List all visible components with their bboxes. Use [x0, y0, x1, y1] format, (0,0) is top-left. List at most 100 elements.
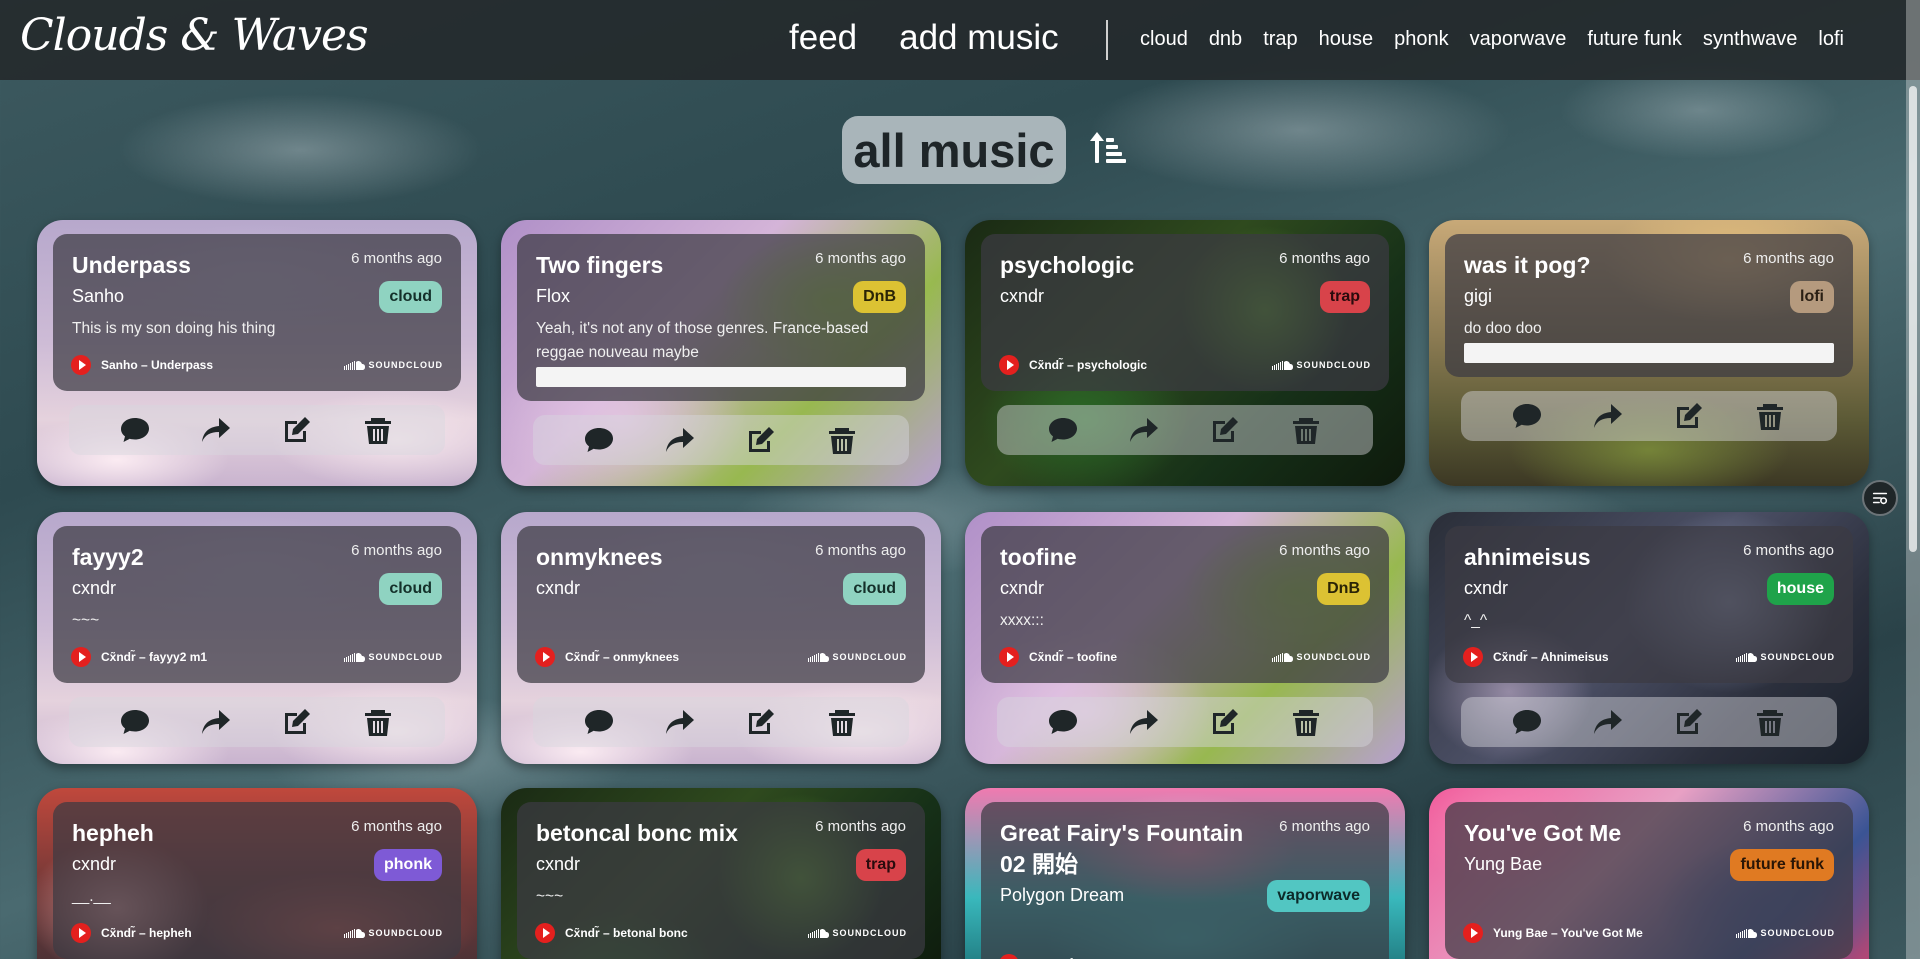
genre-badge[interactable]: phonk	[374, 849, 442, 881]
play-icon[interactable]	[999, 355, 1019, 375]
share-icon[interactable]	[200, 707, 232, 737]
page-scrollbar[interactable]	[1906, 0, 1920, 959]
edit-icon[interactable]	[745, 425, 777, 455]
site-logo[interactable]: Clouds & Waves	[20, 10, 369, 61]
play-icon[interactable]	[535, 923, 555, 943]
delete-icon[interactable]	[1754, 707, 1786, 737]
edit-icon[interactable]	[1209, 415, 1241, 445]
share-icon[interactable]	[1592, 401, 1624, 431]
delete-icon[interactable]	[362, 415, 394, 445]
comment-icon[interactable]	[1047, 707, 1079, 737]
soundcloud-logo[interactable]: SOUNDCLOUD	[1271, 359, 1372, 371]
player-track-name[interactable]: Sanho – Underpass	[101, 358, 213, 372]
share-icon[interactable]	[664, 425, 696, 455]
genre-badge[interactable]: DnB	[1317, 573, 1370, 605]
share-icon[interactable]	[1592, 707, 1624, 737]
player-track-name[interactable]: Cx̃ndr̃ – toofine	[1029, 650, 1117, 664]
player-track-name[interactable]: Cx̃ndr̃ – psychologic	[1029, 358, 1147, 372]
soundcloud-logo[interactable]: SOUNDCLOUD	[343, 359, 444, 371]
nav-genre-trap[interactable]: trap	[1263, 28, 1297, 51]
play-icon[interactable]	[1463, 647, 1483, 667]
play-icon[interactable]	[535, 647, 555, 667]
player-track-name[interactable]: Yung Bae – You've Got Me	[1493, 926, 1643, 940]
genre-badge[interactable]: lofi	[1790, 281, 1834, 313]
delete-icon[interactable]	[1754, 401, 1786, 431]
share-icon[interactable]	[200, 415, 232, 445]
comment-icon[interactable]	[583, 425, 615, 455]
share-icon[interactable]	[1128, 707, 1160, 737]
soundcloud-player[interactable]: Cx̃ndr̃ – fayyy2 m1 SOUNDCLOUD	[71, 647, 443, 667]
play-icon[interactable]	[71, 355, 91, 375]
soundcloud-player[interactable]: Sanho – Underpass SOUNDCLOUD	[71, 355, 443, 375]
scrollbar-thumb[interactable]	[1909, 86, 1917, 552]
edit-icon[interactable]	[1673, 707, 1705, 737]
nav-genre-lofi[interactable]: lofi	[1818, 28, 1844, 51]
embedded-player[interactable]	[1464, 343, 1834, 363]
comment-icon[interactable]	[119, 415, 151, 445]
player-track-name[interactable]: Cx̃ndr̃ – hepheh	[101, 926, 192, 940]
delete-icon[interactable]	[826, 425, 858, 455]
sort-ascending-icon[interactable]	[1089, 130, 1127, 168]
delete-icon[interactable]	[1290, 707, 1322, 737]
edit-icon[interactable]	[745, 707, 777, 737]
comment-icon[interactable]	[1511, 707, 1543, 737]
comment-icon[interactable]	[119, 707, 151, 737]
share-icon[interactable]	[1128, 415, 1160, 445]
genre-badge[interactable]: trap	[855, 849, 906, 881]
soundcloud-logo[interactable]: SOUNDCLOUD	[343, 651, 444, 663]
soundcloud-logo[interactable]: SOUNDCLOUD	[343, 927, 444, 939]
play-icon[interactable]	[999, 647, 1019, 667]
soundcloud-player[interactable]: Cx̃ndr̃ – Ahnimeisus SOUNDCLOUD	[1463, 647, 1835, 667]
nav-genre-house[interactable]: house	[1319, 28, 1374, 51]
filter-panel-toggle-icon[interactable]	[1862, 480, 1898, 516]
genre-badge[interactable]: cloud	[379, 281, 442, 313]
delete-icon[interactable]	[1290, 415, 1322, 445]
play-icon[interactable]	[71, 923, 91, 943]
soundcloud-logo[interactable]: SOUNDCLOUD	[1735, 927, 1836, 939]
edit-icon[interactable]	[1209, 707, 1241, 737]
player-track-name[interactable]: Cx̃ndr̃ – Ahnimeisus	[1493, 650, 1609, 664]
comment-icon[interactable]	[1511, 401, 1543, 431]
play-icon[interactable]	[999, 954, 1019, 959]
comment-icon[interactable]	[583, 707, 615, 737]
genre-badge[interactable]: future funk	[1730, 849, 1834, 881]
nav-genre-phonk[interactable]: phonk	[1394, 28, 1449, 51]
play-icon[interactable]	[1463, 923, 1483, 943]
share-icon[interactable]	[664, 707, 696, 737]
soundcloud-logo[interactable]: SOUNDCLOUD	[1735, 651, 1836, 663]
genre-badge[interactable]: house	[1766, 573, 1834, 605]
player-track-name[interactable]: Cx̃ndr̃ – betonal bonc	[565, 926, 688, 940]
genre-badge[interactable]: vaporwave	[1267, 880, 1370, 912]
nav-genre-cloud[interactable]: cloud	[1140, 28, 1188, 51]
soundcloud-player[interactable]: Cx̃ndr̃ – toofine SOUNDCLOUD	[999, 647, 1371, 667]
nav-genre-future-funk[interactable]: future funk	[1587, 28, 1682, 51]
soundcloud-player[interactable]: Eirik Mårstad – Great Fairy's Fountain S…	[999, 954, 1371, 959]
soundcloud-logo[interactable]: SOUNDCLOUD	[807, 651, 908, 663]
delete-icon[interactable]	[826, 707, 858, 737]
player-track-name[interactable]: Cx̃ndr̃ – fayyy2 m1	[101, 650, 207, 664]
soundcloud-logo[interactable]: SOUNDCLOUD	[1271, 651, 1372, 663]
nav-genre-synthwave[interactable]: synthwave	[1703, 28, 1798, 51]
edit-icon[interactable]	[281, 707, 313, 737]
soundcloud-logo[interactable]: SOUNDCLOUD	[807, 927, 908, 939]
genre-badge[interactable]: cloud	[379, 573, 442, 605]
nav-add-music[interactable]: add music	[899, 18, 1059, 58]
embedded-player[interactable]	[536, 367, 906, 387]
soundcloud-player[interactable]: Cx̃ndr̃ – hepheh SOUNDCLOUD	[71, 923, 443, 943]
soundcloud-player[interactable]: Cx̃ndr̃ – psychologic SOUNDCLOUD	[999, 355, 1371, 375]
nav-genre-vaporwave[interactable]: vaporwave	[1470, 28, 1567, 51]
genre-badge[interactable]: trap	[1319, 281, 1370, 313]
comment-icon[interactable]	[1047, 415, 1079, 445]
player-track-name[interactable]: Cx̃ndr̃ – onmyknees	[565, 650, 679, 664]
nav-genre-dnb[interactable]: dnb	[1209, 28, 1242, 51]
edit-icon[interactable]	[1673, 401, 1705, 431]
soundcloud-player[interactable]: Cx̃ndr̃ – onmyknees SOUNDCLOUD	[535, 647, 907, 667]
play-icon[interactable]	[71, 647, 91, 667]
delete-icon[interactable]	[362, 707, 394, 737]
edit-icon[interactable]	[281, 415, 313, 445]
genre-badge[interactable]: cloud	[843, 573, 906, 605]
genre-badge[interactable]: DnB	[853, 281, 906, 313]
soundcloud-player[interactable]: Yung Bae – You've Got Me SOUNDCLOUD	[1463, 923, 1835, 943]
soundcloud-player[interactable]: Cx̃ndr̃ – betonal bonc SOUNDCLOUD	[535, 923, 907, 943]
nav-feed[interactable]: feed	[789, 18, 857, 58]
